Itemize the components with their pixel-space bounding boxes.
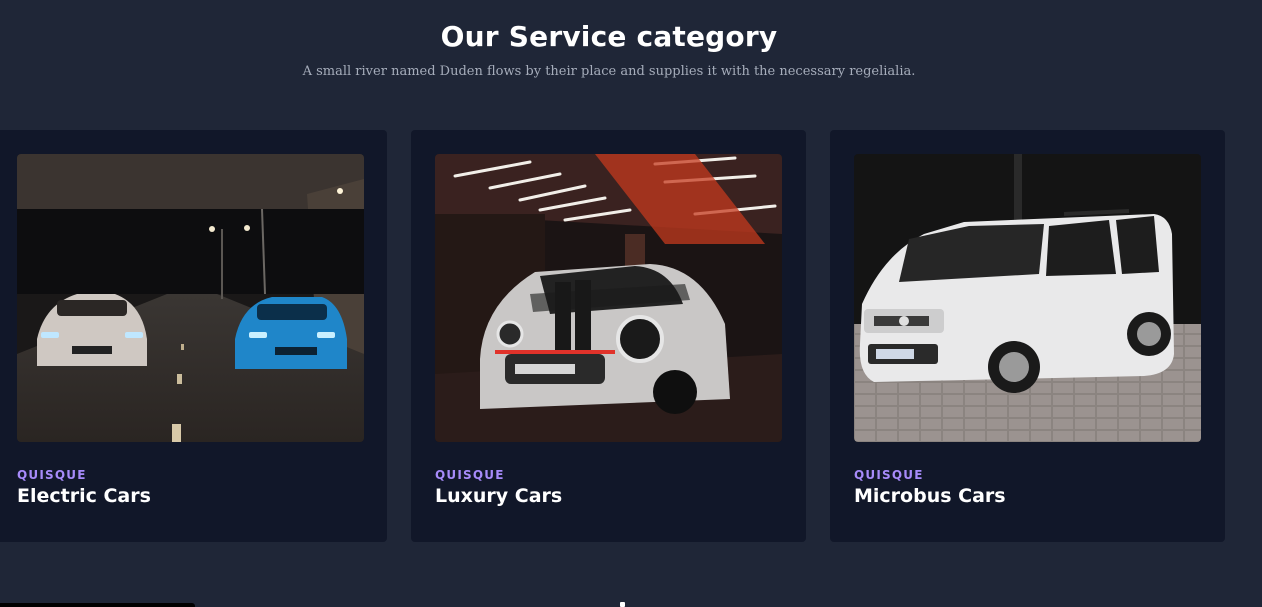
microbus-cars-photo <box>854 154 1201 442</box>
card-category: QUISQUE <box>17 468 87 482</box>
card-image-microbus[interactable] <box>854 154 1201 442</box>
bottom-scroll-bar <box>0 603 195 607</box>
card-image-electric[interactable] <box>17 154 364 442</box>
card-title[interactable]: Luxury Cars <box>435 485 562 507</box>
card-title[interactable]: Microbus Cars <box>854 485 1006 507</box>
electric-cars-photo <box>17 154 364 442</box>
card-category: QUISQUE <box>854 468 924 482</box>
card-image-luxury[interactable] <box>435 154 782 442</box>
bottom-marker <box>620 602 625 607</box>
section-title: Our Service category <box>440 20 778 53</box>
service-card-microbus[interactable]: QUISQUE Microbus Cars <box>830 130 1225 542</box>
section-subtitle: A small river named Duden flows by their… <box>302 64 916 79</box>
service-card-luxury[interactable]: QUISQUE Luxury Cars <box>411 130 806 542</box>
card-title[interactable]: Electric Cars <box>17 485 151 507</box>
card-category: QUISQUE <box>435 468 505 482</box>
luxury-cars-photo <box>435 154 782 442</box>
service-card-electric[interactable]: QUISQUE Electric Cars <box>0 130 387 542</box>
